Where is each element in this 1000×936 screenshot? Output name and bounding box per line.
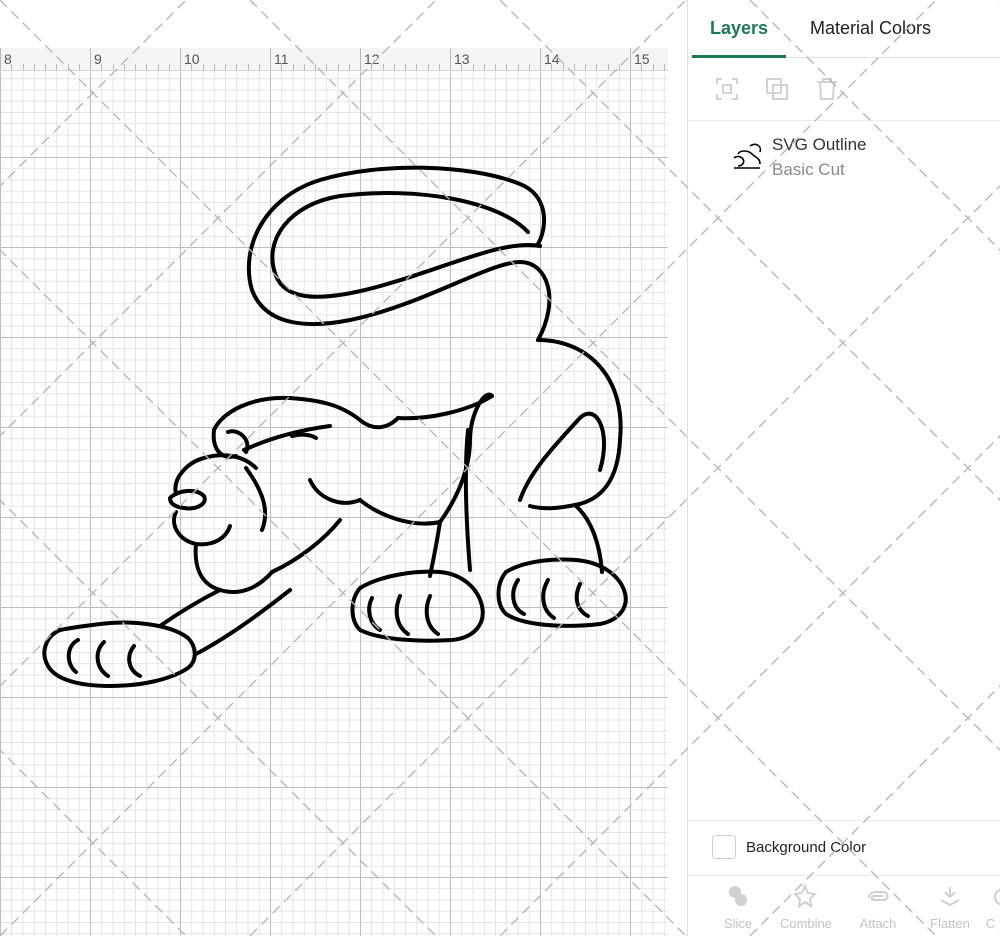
muzzle <box>172 510 232 547</box>
paw-mid-toe <box>367 596 382 632</box>
paw-right-toe <box>541 578 556 620</box>
attach-icon <box>868 891 889 901</box>
design-canvas[interactable]: 8 9 10 11 12 13 14 15 <box>0 0 668 936</box>
tab-layers[interactable]: Layers <box>692 0 786 58</box>
eye <box>290 432 318 440</box>
paw-left-toe <box>66 638 80 674</box>
chest <box>270 518 342 574</box>
snout <box>173 453 258 496</box>
front-leg-right-inner <box>428 520 442 578</box>
layer-thumbnail <box>733 143 762 169</box>
foreleg-left-bottom <box>194 588 292 656</box>
attach-label: Attach <box>859 916 897 931</box>
paw-mid-toe <box>394 594 410 636</box>
paw-right <box>496 557 628 628</box>
paw-mid <box>350 569 485 643</box>
bottom-action-bar: Slice Combine Attach Flatten C <box>688 876 1000 936</box>
slice-label: Slice <box>723 916 753 931</box>
tab-material-colors[interactable]: Material Colors <box>798 0 943 57</box>
paw-right-toe <box>574 582 590 618</box>
background-color-row[interactable]: Background Color <box>688 820 1000 876</box>
delete-icon[interactable] <box>814 76 840 102</box>
panther-artwork[interactable] <box>0 0 668 936</box>
paw-mid-toe <box>424 594 440 636</box>
body-mid <box>358 498 442 526</box>
panel-tabs: Layers Material Colors <box>688 0 1000 58</box>
layers-toolbar <box>688 58 1000 121</box>
tail-inner <box>270 191 542 299</box>
slice-button[interactable]: Slice <box>708 884 768 936</box>
layer-item[interactable]: SVG Outline Basic Cut <box>688 122 1000 194</box>
combine-icon <box>793 884 818 909</box>
jaw <box>193 542 274 594</box>
contour-button[interactable]: C <box>980 884 1000 936</box>
flatten-button[interactable]: Flatten <box>920 884 980 936</box>
contour-icon <box>994 888 1000 906</box>
foreleg-left-top <box>158 588 222 628</box>
layer-name: SVG Outline <box>772 135 867 154</box>
paw-right-toe <box>511 578 526 616</box>
background-color-label: Background Color <box>746 839 867 856</box>
paw-left-toe <box>95 640 110 678</box>
duplicate-icon[interactable] <box>764 76 790 102</box>
combine-label: Combine <box>779 916 833 931</box>
flatten-label: Flatten <box>930 916 970 931</box>
head-outline <box>212 395 400 432</box>
slice-icon <box>729 886 747 906</box>
group-icon[interactable] <box>714 76 740 102</box>
rear-inner-thigh <box>518 411 606 502</box>
layer-operation: Basic Cut <box>772 160 845 179</box>
flatten-icon <box>940 887 960 907</box>
paw-left-toe <box>127 644 142 678</box>
contour-label: C <box>985 916 996 931</box>
smile <box>308 478 362 505</box>
cheek <box>244 466 268 532</box>
ear-left <box>211 428 238 459</box>
background-color-checkbox[interactable] <box>712 835 736 859</box>
combine-button[interactable]: Combine <box>776 884 836 936</box>
nose <box>168 489 207 511</box>
attach-button[interactable]: Attach <box>848 884 908 936</box>
layers-panel: Layers Material Colors SVG Outline Basic… <box>687 0 1000 936</box>
